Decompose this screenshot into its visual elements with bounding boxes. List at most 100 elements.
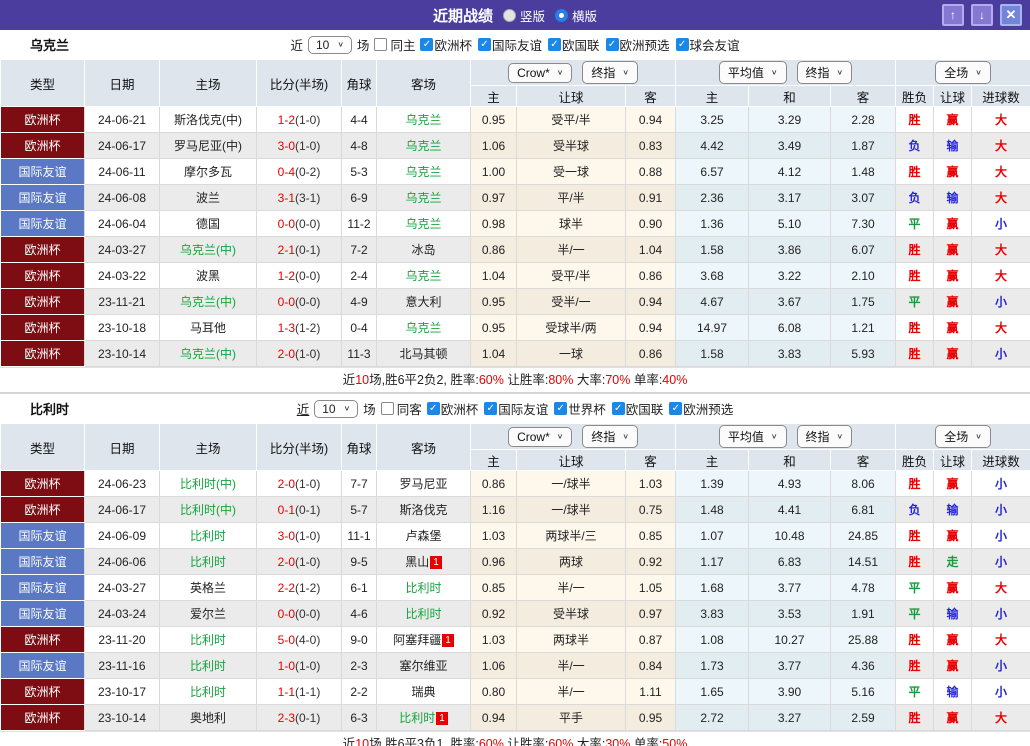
away-team-name: 比利时	[405, 581, 441, 595]
half-time-score: (0-2)	[295, 165, 320, 179]
handicap-cell: 两球	[517, 549, 626, 575]
summary-text: 大率:	[573, 737, 605, 746]
red-card-badge: 1	[436, 712, 448, 725]
home-team-name: 奥地利	[190, 711, 226, 725]
competition-type-cell: 欧洲杯	[1, 263, 85, 289]
away-team-cell: 比利时	[377, 601, 471, 627]
competition-type-cell: 国际友谊	[1, 601, 85, 627]
league-label: 球会友谊	[690, 35, 740, 54]
away-team-name: 阿塞拜疆	[393, 633, 441, 647]
league-checkbox[interactable]: ✓欧洲预选	[669, 399, 733, 418]
titlebar: 近期战绩 竖版 横版 ↑ ↓ ✕	[0, 0, 1030, 30]
group-header-row: 类型 日期 主场 比分(半场) 角球 客场 Crow*∨ 终指∨ 平均值	[1, 60, 1030, 86]
home-team-cell: 比利时(中)	[160, 497, 257, 523]
result-cell: 平	[896, 575, 934, 601]
handicap-cell: 受一球	[517, 159, 626, 185]
full-time-score: 2-0	[278, 477, 295, 491]
avg-draw-cell: 3.77	[749, 653, 831, 679]
score-cell: 2-3(0-1)	[257, 705, 342, 731]
layout-radio-vertical[interactable]: 竖版	[503, 6, 545, 25]
bookmaker-select[interactable]: Crow*∨	[508, 427, 572, 447]
avg-draw-cell: 4.12	[749, 159, 831, 185]
league-checkbox[interactable]: ✓球会友谊	[676, 35, 740, 54]
radio-unchecked-icon	[503, 9, 516, 22]
home-odds-cell: 0.86	[471, 237, 517, 263]
handicap-cell: 平手	[517, 705, 626, 731]
corner-cell: 7-2	[342, 237, 377, 263]
league-checkbox[interactable]: ✓欧国联	[612, 399, 664, 418]
result-cell: 胜	[896, 237, 934, 263]
corner-cell: 11-2	[342, 211, 377, 237]
corner-cell: 9-0	[342, 627, 377, 653]
league-checkbox[interactable]: ✓欧洲杯	[420, 35, 472, 54]
layout-radio-horizontal[interactable]: 横版	[555, 6, 597, 25]
scope-select[interactable]: 全场∨	[935, 425, 991, 448]
average-time-select[interactable]: 终指∨	[797, 61, 853, 84]
handicap-cell: 一球	[517, 341, 626, 367]
scope-select[interactable]: 全场∨	[935, 61, 991, 84]
average-select[interactable]: 平均值∨	[719, 425, 787, 448]
league-checkbox[interactable]: ✓欧洲杯	[427, 399, 479, 418]
away-team-name: 乌克兰	[405, 191, 441, 205]
home-team-cell: 波兰	[160, 185, 257, 211]
same-venue-checkbox[interactable]: 同客	[381, 399, 422, 418]
move-up-button[interactable]: ↑	[942, 4, 964, 26]
handicap-cell: 半/一	[517, 679, 626, 705]
half-time-score: (0-0)	[295, 295, 320, 309]
goals-result-cell: 小	[972, 497, 1030, 523]
same-venue-checkbox[interactable]: 同主	[374, 35, 415, 54]
corner-cell: 9-5	[342, 549, 377, 575]
home-team-name: 斯洛伐克(中)	[174, 113, 242, 127]
home-odds-cell: 1.04	[471, 263, 517, 289]
corner-cell: 2-3	[342, 653, 377, 679]
league-checkbox[interactable]: ✓国际友谊	[478, 35, 542, 54]
recent-count-select[interactable]: 10 ∨	[314, 400, 358, 418]
competition-type-cell: 国际友谊	[1, 523, 85, 549]
handicap-result-cell: 赢	[934, 159, 972, 185]
average-select[interactable]: 平均值∨	[719, 61, 787, 84]
half-time-score: (1-0)	[295, 477, 320, 491]
handicap-result-cell: 赢	[934, 263, 972, 289]
home-odds-cell: 0.95	[471, 315, 517, 341]
col-home: 主场	[160, 60, 257, 107]
average-time-select[interactable]: 终指∨	[797, 425, 853, 448]
close-icon: ✕	[1006, 7, 1017, 22]
col-score: 比分(半场)	[257, 60, 342, 107]
result-cell: 胜	[896, 705, 934, 731]
home-odds-cell: 0.98	[471, 211, 517, 237]
goals-result-cell: 小	[972, 679, 1030, 705]
league-checkbox[interactable]: ✓国际友谊	[484, 399, 548, 418]
red-card-badge: 1	[442, 634, 454, 647]
odds-time-select[interactable]: 终指∨	[582, 425, 638, 448]
bookmaker-select[interactable]: Crow*∨	[508, 63, 572, 83]
recent-count-select[interactable]: 10 ∨	[308, 36, 352, 54]
away-team-cell: 比利时1	[377, 705, 471, 731]
summary-text: 60%	[479, 737, 504, 746]
close-button[interactable]: ✕	[1000, 4, 1022, 26]
league-checkbox[interactable]: ✓世界杯	[554, 399, 606, 418]
scope-group-header: 全场∨	[896, 60, 1030, 86]
competition-type-cell: 欧洲杯	[1, 627, 85, 653]
league-label: 世界杯	[568, 399, 606, 418]
odds-time-select[interactable]: 终指∨	[582, 61, 638, 84]
handicap-cell: 半/一	[517, 237, 626, 263]
avg-home-cell: 3.25	[676, 107, 749, 133]
handicap-cell: 受球半/两	[517, 315, 626, 341]
match-row: 国际友谊24-03-24爱尔兰0-0(0-0)4-6比利时0.92受半球0.97…	[1, 601, 1030, 627]
recent-label: 近	[290, 35, 303, 54]
league-checkbox[interactable]: ✓欧国联	[548, 35, 600, 54]
filter-controls: 近 10 ∨ 场 同客 ✓欧洲杯✓国际友谊✓世界杯✓欧国联✓欧洲预选	[297, 399, 734, 418]
same-venue-label: 同主	[390, 35, 415, 54]
league-checkbox[interactable]: ✓欧洲预选	[606, 35, 670, 54]
date-cell: 24-06-21	[85, 107, 160, 133]
full-time-score: 3-0	[278, 139, 295, 153]
handicap-result-cell: 赢	[934, 211, 972, 237]
score-cell: 1-2(1-0)	[257, 107, 342, 133]
col-goals: 进球数	[972, 86, 1030, 107]
move-down-button[interactable]: ↓	[971, 4, 993, 26]
home-team-name: 爱尔兰	[190, 607, 226, 621]
competition-type-cell: 欧洲杯	[1, 679, 85, 705]
match-row: 欧洲杯24-03-27乌克兰(中)2-1(0-1)7-2冰岛0.86半/一1.0…	[1, 237, 1030, 263]
handicap-result-cell: 赢	[934, 627, 972, 653]
full-time-score: 5-0	[278, 633, 295, 647]
